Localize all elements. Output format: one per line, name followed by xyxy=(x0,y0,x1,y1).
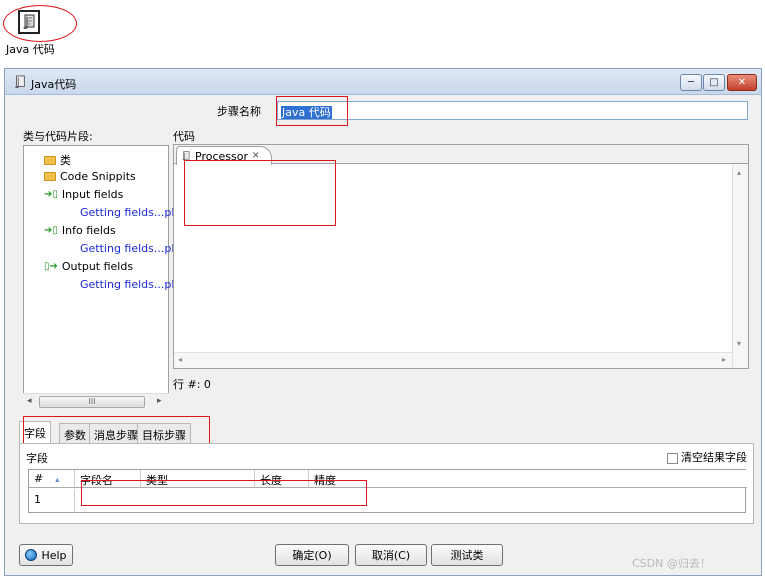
line-number-label: 行 #: 0 xyxy=(173,378,211,391)
tree-item-classes[interactable]: 类 xyxy=(44,152,71,168)
column-header-precision[interactable]: 精度 xyxy=(309,470,747,488)
annotation-box xyxy=(81,480,367,506)
scroll-right-icon[interactable]: ▸ xyxy=(157,396,162,406)
scroll-down-icon[interactable]: ▾ xyxy=(737,339,741,348)
input-arrow-icon: ➔▯ xyxy=(44,189,58,200)
tree-item-input-getting[interactable]: Getting fields...pl xyxy=(80,206,174,219)
info-arrow-icon: ➔▯ xyxy=(44,225,58,236)
checkbox-icon[interactable] xyxy=(667,452,678,464)
annotation-ellipse xyxy=(3,5,77,42)
window-title: Java代码 xyxy=(31,78,77,91)
help-button[interactable]: Help xyxy=(19,544,73,566)
title-bar: Java代码 ─ □ ✕ xyxy=(5,69,761,95)
code-label: 代码 xyxy=(173,130,195,143)
scroll-up-icon[interactable]: ▴ xyxy=(737,168,741,177)
scroll-left-icon[interactable]: ◂ xyxy=(27,396,32,406)
folder-icon xyxy=(44,155,56,165)
step-icon-label: Java 代码 xyxy=(6,43,55,56)
clear-fields-checkbox[interactable]: 清空结果字段 xyxy=(667,449,747,465)
cancel-button[interactable]: 取消(C) xyxy=(355,544,427,566)
tree-item-code-snippits[interactable]: Code Snippits xyxy=(44,170,136,183)
scroll-left-icon[interactable]: ◂ xyxy=(178,355,182,364)
minimize-button[interactable]: ─ xyxy=(680,74,702,91)
column-header-num[interactable]: # ▴ xyxy=(29,470,75,488)
scroll-right-icon[interactable]: ▸ xyxy=(722,355,726,364)
snippet-tree[interactable]: 类 Code Snippits ➔▯ Input fields Getting f… xyxy=(23,145,174,410)
scroll-icon xyxy=(15,75,25,89)
tree-hscrollbar[interactable]: ◂ III ▸ xyxy=(23,393,169,410)
fields-panel: 字段 清空结果字段 # ▴ 字段名 类型 长度 精度 1 xyxy=(19,443,754,524)
editor-hscrollbar[interactable]: ◂ ▸ xyxy=(174,352,732,368)
tree-item-info-getting[interactable]: Getting fields...pl xyxy=(80,242,174,255)
folder-icon xyxy=(44,172,56,181)
annotation-box xyxy=(184,160,336,226)
close-button[interactable]: ✕ xyxy=(727,74,757,91)
fields-label: 字段 xyxy=(26,452,48,465)
sort-arrow-icon: ▴ xyxy=(55,475,60,484)
tree-item-info-fields[interactable]: ➔▯ Info fields xyxy=(44,224,116,237)
row-number: 1 xyxy=(29,489,75,513)
help-icon xyxy=(25,549,38,561)
step-name-label: 步骤名称 xyxy=(217,105,261,118)
tree-item-input-fields[interactable]: ➔▯ Input fields xyxy=(44,188,123,201)
java-step-icon[interactable] xyxy=(18,10,40,34)
scroll-icon xyxy=(23,14,35,29)
tree-item-output-getting[interactable]: Getting fields...pl xyxy=(80,278,174,291)
classes-label: 类与代码片段: xyxy=(23,130,93,143)
maximize-button[interactable]: □ xyxy=(703,74,725,91)
editor-vscrollbar[interactable]: ▴ ▾ xyxy=(732,164,748,368)
annotation-box xyxy=(276,96,348,126)
test-class-button[interactable]: 测试类 xyxy=(431,544,503,566)
watermark: CSDN @归去！ xyxy=(632,557,711,570)
scroll-thumb[interactable]: III xyxy=(39,396,145,408)
output-arrow-icon: ▯➔ xyxy=(44,261,58,272)
java-code-dialog: Java代码 ─ □ ✕ 步骤名称 Java 代码 类与代码片段: 类 Code… xyxy=(4,68,762,576)
tree-item-output-fields[interactable]: ▯➔ Output fields xyxy=(44,260,133,273)
ok-button[interactable]: 确定(O) xyxy=(275,544,349,566)
